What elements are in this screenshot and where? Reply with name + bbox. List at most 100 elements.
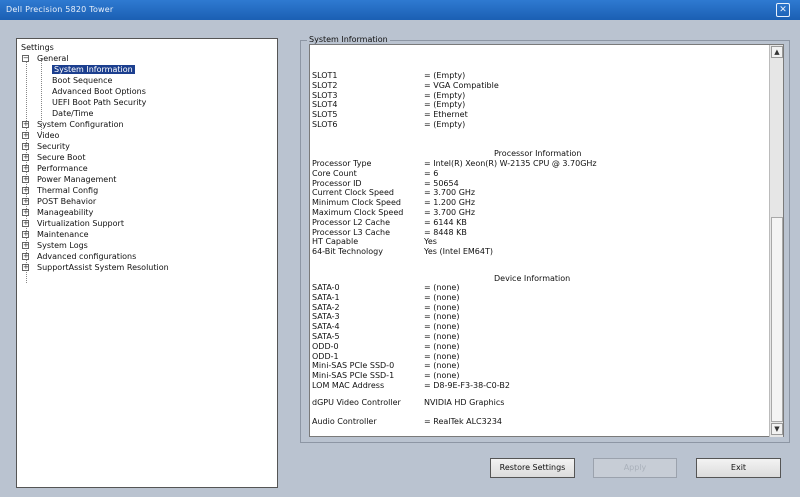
tree-item[interactable]: Boot Sequence [52,75,112,86]
tree-expander-icon[interactable]: + [22,132,29,139]
info-value: = D8-9E-F3-38-C0-B2 [424,381,510,390]
tree-item[interactable]: Manageability [37,207,93,218]
tree-item[interactable]: Date/Time [52,108,93,119]
info-key: SLOT6 [312,120,338,129]
tree-expander-icon[interactable]: + [22,198,29,205]
info-key: SATA-0 [312,283,340,292]
info-value: = Ethernet [424,110,468,120]
tree-item[interactable]: System Information [52,64,135,75]
tree-item[interactable]: System Logs [37,240,88,251]
tree-item-label: Thermal Config [37,186,99,195]
info-key: SATA-5 [312,332,340,341]
info-value: = RealTek ALC3234 [424,417,502,426]
tree-item[interactable]: Thermal Config [37,185,98,196]
tree-item-label: Video [37,131,60,140]
tree-root-settings: Settings [21,43,54,52]
info-value: = (none) [424,322,460,332]
info-value: = (none) [424,361,460,371]
tree-item-label: System Logs [37,241,88,250]
info-key: Mini-SAS PCIe SSD-1 [312,371,395,381]
tree-item-label: Manageability [37,208,94,217]
tree-item[interactable]: Video [37,130,59,141]
tree-item[interactable]: Secure Boot [37,152,85,163]
tree-item[interactable]: Advanced Boot Options [52,86,146,97]
info-key: Processor L3 Cache [312,227,391,237]
tree-item[interactable]: POST Behavior [37,196,96,207]
info-value: = 50654 [424,178,459,188]
info-value: = 8448 KB [424,227,467,237]
info-key: SLOT4 [312,100,338,110]
info-value: NVIDIA HD Graphics [424,398,505,407]
info-value: Yes [424,237,437,247]
tree-item-label: SupportAssist System Resolution [37,263,169,272]
info-value: = 3.700 GHz [424,188,476,198]
info-key: Maximum Clock Speed [312,208,404,217]
tree-item-label: Maintenance [37,230,89,239]
tree-item-label: Power Management [37,175,117,184]
scroll-up-icon[interactable]: ▲ [771,46,783,58]
tree-item[interactable]: SupportAssist System Resolution [37,262,169,273]
tree-expander-icon[interactable]: + [22,231,29,238]
info-value: = (none) [424,371,460,381]
group-title: System Information [307,35,390,44]
info-value: = VGA Compatible [424,80,499,90]
tree-expander-icon[interactable]: + [22,121,29,128]
tree-expander-icon[interactable]: + [22,176,29,183]
tree-expander-icon[interactable]: + [22,242,29,249]
tree-item-label: Security [37,142,70,151]
tree-item-label: Advanced configurations [37,252,137,261]
apply-button[interactable]: Apply [593,458,677,478]
tree-item[interactable]: Advanced configurations [37,251,136,262]
info-scrollbar[interactable]: ▲ ▼ [769,45,783,437]
tree-item[interactable]: System Configuration [37,119,124,130]
info-key: SATA-4 [312,322,340,332]
tree-expander-icon[interactable]: + [22,187,29,194]
tree-item-label: Secure Boot [37,153,86,162]
info-key: Processor Type [312,159,372,168]
info-key: Audio Controller [312,417,377,426]
tree-item[interactable]: Virtualization Support [37,218,124,229]
info-key: Processor L2 Cache [312,217,391,227]
info-key: Minimum Clock Speed [312,198,401,208]
info-key: Core Count [312,168,357,178]
processor-info-heading: Processor Information [494,149,582,158]
bios-main-area: Settings − General System Information Boot … [0,20,800,497]
scroll-down-icon[interactable]: ▼ [771,423,783,435]
close-icon[interactable]: ✕ [776,3,790,17]
info-key: dGPU Video Controller [312,398,401,407]
tree-item[interactable]: Performance [37,163,88,174]
restore-settings-button[interactable]: Restore Settings [490,458,575,478]
tree-item[interactable]: Maintenance [37,229,89,240]
settings-tree: Settings − General System Information Boot … [16,38,278,488]
info-key: SATA-2 [312,302,340,312]
tree-expander-icon[interactable]: + [22,154,29,161]
tree-expander-icon[interactable]: + [22,264,29,271]
tree-expander-icon[interactable]: + [22,209,29,216]
info-value: Yes (Intel EM64T) [424,247,493,257]
tree-item-label: Date/Time [52,109,94,118]
tree-expander-icon[interactable]: + [22,165,29,172]
info-key: ODD-1 [312,351,339,361]
info-value: = (none) [424,302,460,312]
info-value: = (none) [424,341,460,351]
tree-expander-icon[interactable]: + [22,253,29,260]
info-key: HT Capable [312,237,359,247]
tree-expander-icon[interactable]: + [22,220,29,227]
info-value: = (none) [424,332,460,341]
window-title: Dell Precision 5820 Tower [6,5,114,14]
tree-item-label: UEFI Boot Path Security [52,98,147,107]
tree-expander-icon[interactable]: + [22,143,29,150]
tree-item[interactable]: Power Management [37,174,116,185]
tree-item[interactable]: UEFI Boot Path Security [52,97,146,108]
info-key: SLOT5 [312,110,338,120]
scrollbar-thumb[interactable] [771,217,783,422]
info-key: Current Clock Speed [312,188,394,198]
tree-expander-icon[interactable]: − [22,55,29,62]
info-value: = (Empty) [424,71,466,80]
tree-item[interactable]: General [37,53,69,64]
info-key: SLOT1 [312,71,338,80]
info-value: = 3.700 GHz [424,208,476,217]
tree-item[interactable]: Security [37,141,70,152]
exit-button[interactable]: Exit [696,458,781,478]
tree-item-label: Advanced Boot Options [52,87,146,96]
